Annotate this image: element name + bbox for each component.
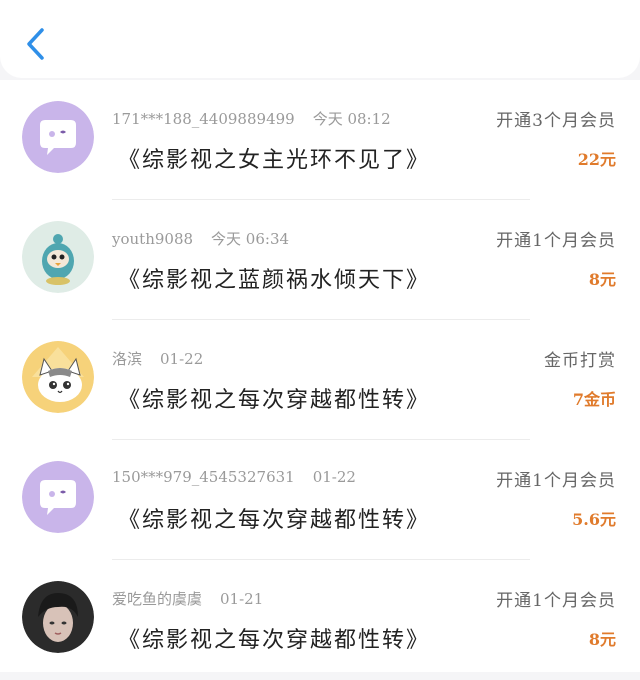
username: 171***188_4409889499: [112, 110, 295, 128]
top-bar: [0, 0, 640, 78]
amount-label: 22元: [577, 150, 616, 169]
chevron-left-icon: [27, 28, 44, 60]
amount-label: 5.6元: [572, 510, 616, 529]
avatar[interactable]: [22, 101, 94, 173]
list-item[interactable]: youth9088 今天 06:34 《综影视之蓝颜祸水倾天下》 开通1个月会员 …: [0, 200, 640, 320]
action-label: 开通1个月会员: [496, 591, 616, 611]
book-title[interactable]: 《综影视之每次穿越都性转》: [118, 622, 430, 654]
record-meta: youth9088 今天 06:34: [112, 228, 289, 249]
book-title[interactable]: 《综影视之每次穿越都性转》: [118, 502, 430, 534]
book-title[interactable]: 《综影视之每次穿越都性转》: [118, 382, 430, 414]
book-title[interactable]: 《综影视之女主光环不见了》: [118, 142, 430, 174]
list-item[interactable]: 爱吃鱼的虞虞 01-21 《综影视之每次穿越都性转》 开通1个月会员 8元: [0, 560, 640, 680]
cartoon-bird-icon: [22, 221, 94, 293]
book-title[interactable]: 《综影视之蓝颜祸水倾天下》: [118, 262, 430, 294]
action-label: 开通3个月会员: [496, 111, 616, 131]
amount-label: 7金币: [572, 390, 616, 409]
amount-label: 8元: [588, 630, 616, 649]
record-meta: 150***979_4545327631 01-22: [112, 468, 356, 486]
list-item[interactable]: 150***979_4545327631 01-22 《综影视之每次穿越都性转》 …: [0, 440, 640, 560]
timestamp: 01-22: [312, 468, 356, 486]
username: 洛滨: [112, 350, 143, 368]
avatar[interactable]: [22, 581, 94, 653]
record-list: 171***188_4409889499 今天 08:12 《综影视之女主光环不见…: [0, 80, 640, 672]
action-label: 开通1个月会员: [496, 471, 616, 491]
record-meta: 洛滨 01-22: [112, 348, 203, 369]
timestamp: 01-22: [160, 350, 204, 368]
chat-bubble-icon: [22, 101, 94, 173]
chat-bubble-icon: [22, 461, 94, 533]
list-item[interactable]: 洛滨 01-22 《综影视之每次穿越都性转》 金币打赏 7金币: [0, 320, 640, 440]
username: youth9088: [112, 230, 194, 248]
list-item[interactable]: 171***188_4409889499 今天 08:12 《综影视之女主光环不见…: [0, 80, 640, 200]
action-label: 金币打赏: [544, 351, 616, 371]
timestamp: 今天 06:34: [211, 230, 290, 248]
username: 爱吃鱼的虞虞: [112, 590, 203, 608]
avatar[interactable]: [22, 341, 94, 413]
username: 150***979_4545327631: [112, 468, 295, 486]
avatar[interactable]: [22, 461, 94, 533]
back-button[interactable]: [18, 24, 52, 64]
timestamp: 今天 08:12: [312, 110, 391, 128]
avatar[interactable]: [22, 221, 94, 293]
timestamp: 01-21: [220, 590, 264, 608]
record-meta: 爱吃鱼的虞虞 01-21: [112, 588, 263, 609]
user-photo-icon: [22, 581, 94, 653]
record-meta: 171***188_4409889499 今天 08:12: [112, 108, 391, 129]
amount-label: 8元: [588, 270, 616, 289]
cartoon-cat-icon: [22, 341, 94, 413]
action-label: 开通1个月会员: [496, 231, 616, 251]
